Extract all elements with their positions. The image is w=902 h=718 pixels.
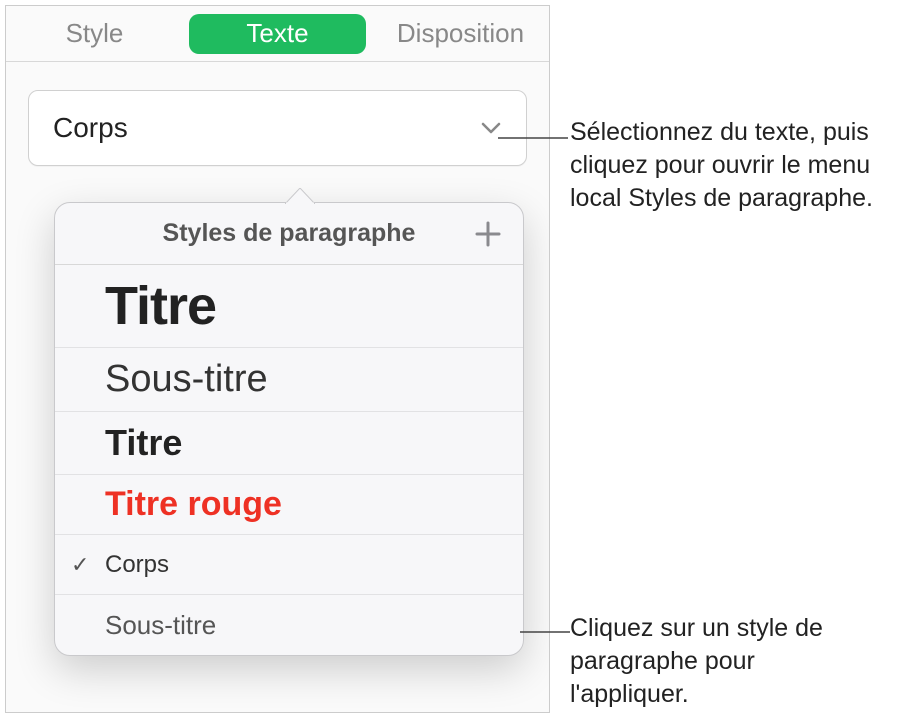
callout-apply-style: Cliquez sur un style de paragraphe pour … [570,612,880,711]
add-style-button[interactable] [471,217,505,251]
popover-arrow [285,188,315,204]
style-item-4[interactable]: ✓ Corps [55,535,523,595]
tab-texte[interactable]: Texte [189,14,366,54]
style-item-label: Sous-titre [105,610,216,641]
tab-style[interactable]: Style [6,6,183,61]
style-item-label: Titre rouge [105,485,282,524]
style-item-0[interactable]: Titre [55,265,523,348]
paragraph-style-current: Corps [53,112,128,144]
style-item-2[interactable]: Titre [55,412,523,475]
format-panel: Style Texte Disposition Corps Styles de … [5,5,550,713]
format-tabs: Style Texte Disposition [6,6,549,62]
style-item-label: Sous-titre [105,358,268,401]
callout-open-menu: Sélectionnez du texte, puis cliquez pour… [570,116,880,215]
popover-header: Styles de paragraphe [55,203,523,265]
paragraph-styles-popover: Styles de paragraphe TitreSous-titreTitr… [54,202,524,656]
style-item-label: Titre [105,275,216,337]
style-item-5[interactable]: Sous-titre [55,595,523,655]
check-icon: ✓ [71,552,89,578]
style-item-1[interactable]: Sous-titre [55,348,523,412]
style-item-label: Corps [105,551,169,579]
popover-title: Styles de paragraphe [163,219,416,248]
tab-disposition[interactable]: Disposition [372,6,549,61]
style-list: Titre Sous-titre Titre Titre rouge ✓ Corps Sou… [55,265,523,655]
style-item-3[interactable]: Titre rouge [55,475,523,535]
paragraph-style-selector[interactable]: Corps [28,90,527,166]
style-item-label: Titre [105,422,182,464]
